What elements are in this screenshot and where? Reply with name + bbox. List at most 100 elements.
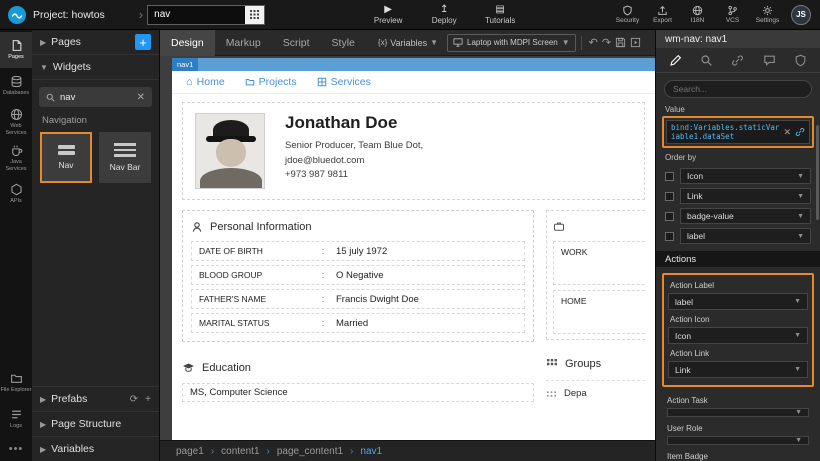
link-icon (731, 54, 744, 67)
property-search-box[interactable] (664, 80, 812, 98)
action-link-select[interactable]: Link ▼ (668, 361, 808, 378)
pencil-icon (669, 54, 682, 67)
info-row[interactable]: BLOOD GROUP : O Negative (191, 265, 525, 285)
group-item[interactable]: Depa (546, 380, 645, 399)
tab-bindings[interactable] (727, 52, 748, 69)
widget-tile-nav[interactable]: Nav (40, 132, 92, 183)
action-task-select[interactable]: ▼ (667, 408, 809, 417)
add-prefab-icon[interactable]: + (145, 394, 151, 405)
preview-button[interactable]: ▶ Preview (360, 5, 416, 25)
breadcrumb-nav1[interactable]: nav1 (360, 446, 382, 457)
widget-tile-navbar[interactable]: Nav Bar (99, 132, 151, 183)
refresh-icon[interactable]: ⟳ (130, 394, 138, 405)
tab-events[interactable] (759, 52, 780, 69)
action-icon-select[interactable]: Icon ▼ (668, 327, 808, 344)
address-row-work[interactable]: WORK (553, 241, 645, 285)
info-row[interactable]: MARITAL STATUS : Married (191, 313, 525, 333)
add-page-button[interactable]: + (135, 34, 151, 50)
breadcrumb-content1[interactable]: content1 (221, 446, 259, 457)
clear-bind-icon[interactable]: ✕ (783, 127, 791, 138)
rail-item-web-services[interactable]: Web Services (0, 104, 32, 140)
groups-panel[interactable]: Groups Depa (546, 354, 645, 399)
tab-design[interactable]: Design (160, 30, 215, 56)
checkbox[interactable] (665, 192, 674, 201)
checkbox[interactable] (665, 232, 674, 241)
undo-icon[interactable]: ↶ (589, 36, 598, 49)
nav-item-home[interactable]: ⌂ Home (186, 76, 225, 88)
breadcrumb-page1[interactable]: page1 (176, 446, 204, 457)
widget-grid-icon[interactable] (245, 6, 264, 24)
value-bind-text[interactable]: bind:Variables.staticVariable1.dataSet (671, 123, 779, 141)
action-label-select[interactable]: label ▼ (668, 293, 808, 310)
save-icon[interactable] (615, 37, 626, 48)
nav-widget[interactable]: ⌂ Home Projects Services (172, 71, 655, 94)
value-bind-input[interactable]: bind:Variables.staticVariable1.dataSet ✕ (666, 120, 810, 144)
chevron-down-icon: ▼ (430, 38, 438, 47)
tab-search[interactable] (696, 52, 717, 69)
property-search-input[interactable] (673, 84, 803, 94)
rail-item-java-services[interactable]: Java Services (0, 140, 32, 176)
user-role-select[interactable]: ▼ (667, 436, 809, 445)
value-field-label: Value (665, 105, 811, 114)
widget-search-input[interactable] (60, 92, 132, 103)
i18n-button[interactable]: I18N (680, 5, 715, 24)
address-row-home[interactable]: HOME (553, 290, 645, 334)
personal-info-panel[interactable]: Personal Information DATE OF BIRTH : 15 … (182, 210, 534, 342)
tab-markup[interactable]: Markup (215, 30, 272, 56)
run-icon[interactable] (630, 37, 641, 48)
vcs-button[interactable]: VCS (715, 5, 750, 24)
info-row[interactable]: DATE OF BIRTH : 15 july 1972 (191, 241, 525, 261)
design-canvas[interactable]: nav1 ⌂ Home Projects Services Jonathan D… (172, 58, 655, 440)
widget-search-box[interactable]: ✕ (39, 87, 152, 107)
rail-item-pages[interactable]: Pages (0, 32, 32, 68)
widget-insert-input[interactable] (148, 9, 245, 20)
tab-script[interactable]: Script (272, 30, 321, 56)
wavemaker-logo[interactable] (8, 6, 26, 24)
clear-search-icon[interactable]: ✕ (137, 92, 145, 103)
checkbox[interactable] (665, 212, 674, 221)
info-row[interactable]: FATHER'S NAME : Francis Dwight Doe (191, 289, 525, 309)
education-panel[interactable]: Education MS, Computer Science (182, 358, 534, 402)
deploy-button[interactable]: ↥ Deploy (416, 5, 472, 25)
settings-button[interactable]: Settings (750, 5, 785, 24)
prefabs-section-header[interactable]: ▶ Prefabs ⟳ + (32, 386, 159, 411)
device-selector[interactable]: Laptop with MDPI Screen ▼ (447, 34, 576, 52)
order-option-dropdown[interactable]: Icon ▼ (680, 168, 811, 184)
nav-item-services[interactable]: Services (317, 76, 371, 88)
rail-item-databases[interactable]: Databases (0, 68, 32, 104)
breadcrumb-page-content1[interactable]: page_content1 (277, 446, 343, 457)
tab-style[interactable]: Style (321, 30, 366, 56)
widget-tiles: Nav Nav Bar (32, 132, 159, 183)
tutorials-button[interactable]: ▤ Tutorials (472, 5, 528, 25)
chevron-down-icon: ▼ (797, 213, 804, 220)
education-item[interactable]: MS, Computer Science (182, 383, 534, 402)
scrollbar-thumb[interactable] (816, 125, 819, 220)
address-panel[interactable]: WORK HOME (546, 210, 645, 340)
profile-name: Jonathan Doe (285, 113, 423, 133)
tab-properties[interactable] (665, 52, 686, 69)
actions-section-header[interactable]: Actions (656, 251, 820, 267)
page-structure-section-header[interactable]: ▶ Page Structure (32, 411, 159, 436)
redo-icon[interactable]: ↷ (602, 36, 611, 49)
selected-nav-widget[interactable]: nav1 (172, 58, 655, 71)
checkbox[interactable] (665, 172, 674, 181)
nav-item-projects[interactable]: Projects (245, 76, 297, 88)
security-button[interactable]: Security (610, 5, 645, 24)
profile-card[interactable]: Jonathan Doe Senior Producer, Team Blue … (182, 102, 645, 200)
widget-insert-box[interactable] (147, 5, 265, 25)
tab-security[interactable] (790, 52, 811, 69)
order-option-dropdown[interactable]: label ▼ (680, 228, 811, 244)
user-avatar[interactable]: JS (791, 5, 811, 25)
bind-link-icon[interactable] (795, 127, 805, 137)
rail-item-file-explorer[interactable]: File Explorer (0, 365, 32, 401)
order-option-dropdown[interactable]: Link ▼ (680, 188, 811, 204)
variables-section-header[interactable]: ▶ Variables (32, 436, 159, 461)
widgets-section-header[interactable]: ▼ Widgets (32, 55, 159, 80)
variables-dropdown[interactable]: {x} Variables ▼ (378, 38, 438, 48)
order-option-dropdown[interactable]: badge-value ▼ (680, 208, 811, 224)
rail-item-logs[interactable]: Logs (0, 401, 32, 437)
pages-section-header[interactable]: ▶ Pages + (32, 30, 159, 55)
rail-item-apis[interactable]: APIs (0, 176, 32, 212)
export-button[interactable]: Export (645, 5, 680, 24)
more-icon[interactable]: ••• (9, 437, 24, 461)
